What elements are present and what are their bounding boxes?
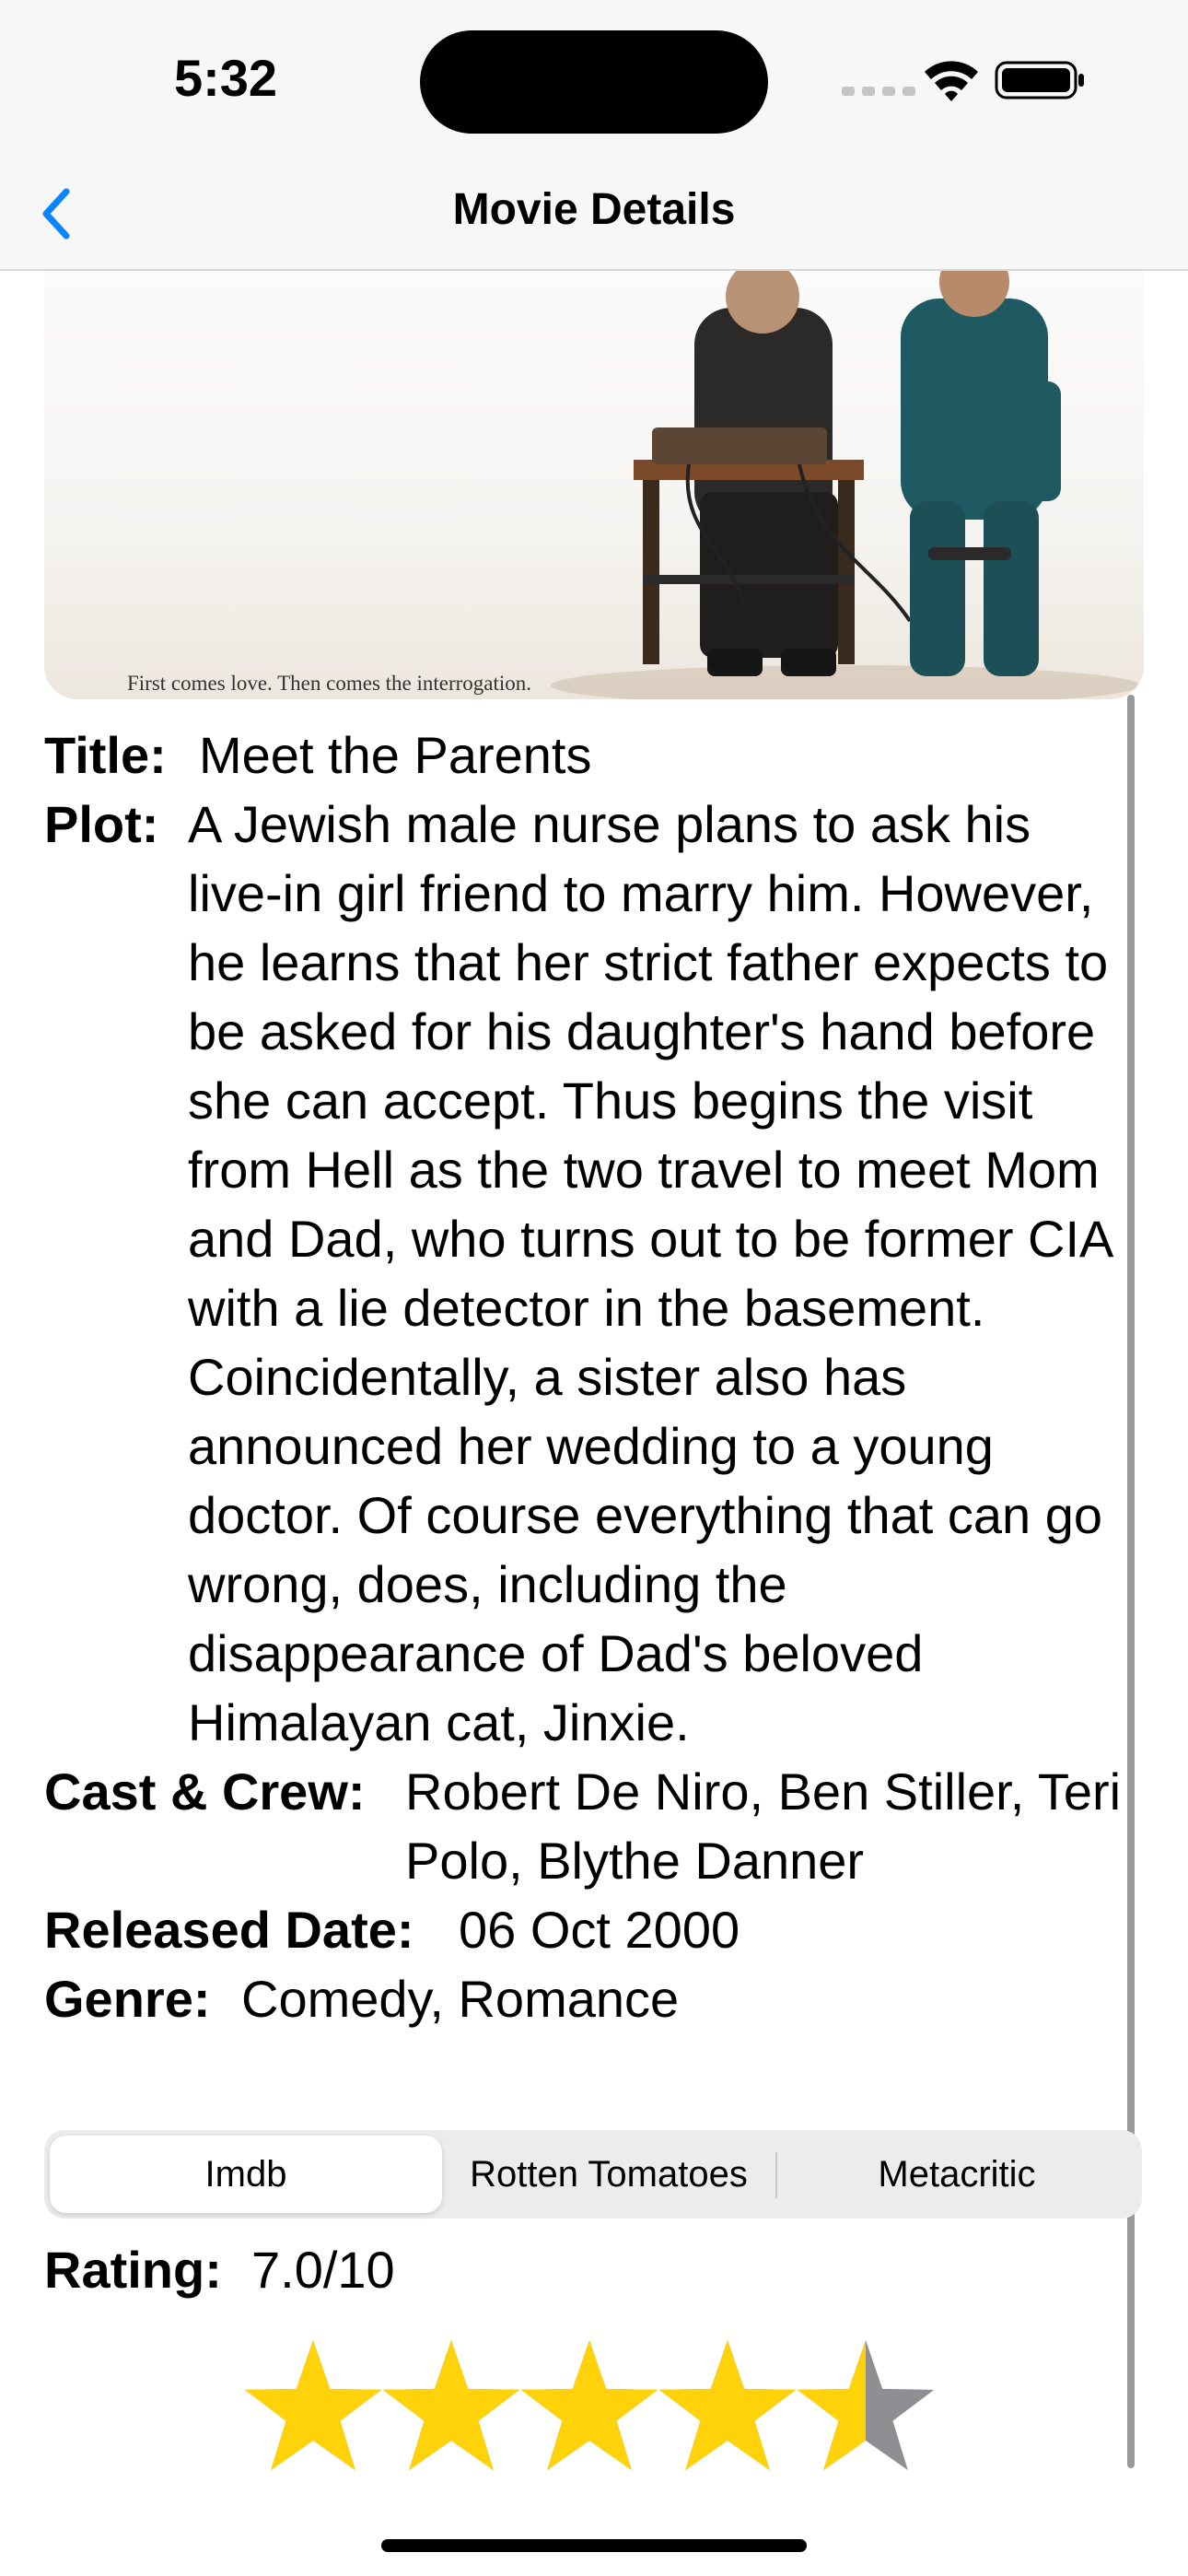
movie-details-scroll[interactable]: First comes love. Then comes the interro…	[0, 271, 1188, 2519]
poster-illustration	[551, 271, 1140, 699]
cast-label: Cast & Crew:	[44, 1762, 366, 1821]
status-time: 5:32	[173, 49, 278, 107]
title-label: Title:	[44, 726, 167, 784]
status-bar: 5:32	[0, 0, 1188, 157]
genre-row: Genre: Comedy, Romance	[44, 1964, 1122, 2033]
battery-icon	[995, 61, 1084, 100]
tab-rotten-tomatoes[interactable]: Rotten Tomatoes	[442, 2136, 775, 2213]
tab-imdb[interactable]: Imdb	[50, 2136, 442, 2213]
navigation-bar: Movie Details	[0, 157, 1188, 271]
home-indicator	[381, 2539, 807, 2552]
movie-info: Title: Meet the Parents Plot: A Jewish m…	[44, 720, 1122, 2033]
released-value: 06 Oct 2000	[459, 1901, 740, 1959]
genre-label: Genre:	[44, 1970, 211, 2028]
cast-value: Robert De Niro, Ben Stiller, Teri Polo, …	[405, 1762, 1122, 1890]
star-rating	[244, 2340, 935, 2471]
released-label: Released Date:	[44, 1901, 414, 1959]
star-4-filled	[658, 2340, 797, 2471]
plot-label: Plot:	[44, 795, 159, 853]
rating-label: Rating:	[44, 2241, 222, 2299]
wifi-icon	[925, 61, 978, 101]
genre-value: Comedy, Romance	[241, 1970, 680, 2028]
movie-poster-image: First comes love. Then comes the interro…	[44, 271, 1144, 699]
star-3-filled	[520, 2340, 658, 2471]
tab-metacritic[interactable]: Metacritic	[777, 2136, 1136, 2213]
star-1-filled	[244, 2340, 382, 2471]
released-row: Released Date: 06 Oct 2000	[44, 1895, 1122, 1964]
rating-value: 7.0/10	[251, 2241, 395, 2299]
cellular-signal-icon	[842, 87, 915, 96]
cast-row: Cast & Crew: Robert De Niro, Ben Stiller…	[44, 1757, 1122, 1895]
plot-value: A Jewish male nurse plans to ask his liv…	[188, 795, 1112, 1751]
dynamic-island	[420, 30, 768, 134]
title-row: Title: Meet the Parents	[44, 720, 1122, 790]
poster-tagline: First comes love. Then comes the interro…	[127, 672, 532, 695]
page-title: Movie Details	[452, 185, 736, 234]
title-value: Meet the Parents	[199, 726, 592, 784]
plot-row: Plot: A Jewish male nurse plans to ask h…	[44, 790, 1122, 1757]
rating-source-segmented-control: Imdb Rotten Tomatoes Metacritic	[44, 2130, 1142, 2219]
star-2-filled	[382, 2340, 520, 2471]
rating-row: Rating: 7.0/10	[44, 2235, 395, 2304]
